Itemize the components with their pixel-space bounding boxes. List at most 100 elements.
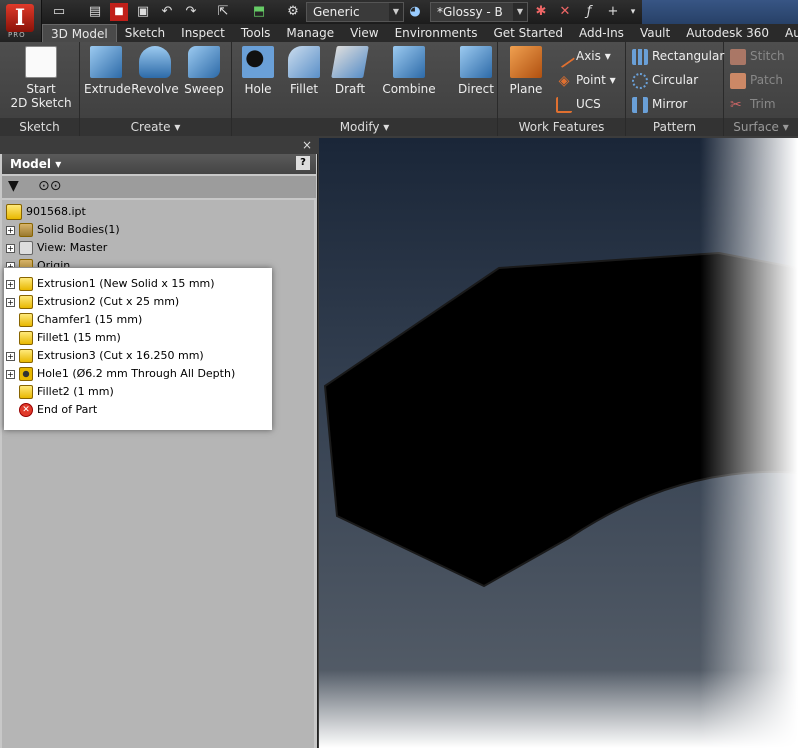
draft-button[interactable]: Draft xyxy=(330,46,370,96)
tab-manage[interactable]: Manage xyxy=(278,24,342,42)
part-file-icon xyxy=(6,204,22,220)
tree-node-fillet1[interactable]: Fillet1 (15 mm) xyxy=(19,329,121,347)
expand-icon[interactable]: + xyxy=(6,261,15,267)
open-file-icon[interactable]: ▤ xyxy=(86,3,104,21)
tree-node-chamfer1[interactable]: Chamfer1 (15 mm) xyxy=(19,311,142,329)
tab-environments[interactable]: Environments xyxy=(387,24,486,42)
mirror-label: Mirror xyxy=(652,97,688,111)
fillet-label: Fillet xyxy=(289,82,319,96)
create-panel-title[interactable]: Create ▾ xyxy=(80,118,231,136)
extrusion-icon xyxy=(19,349,33,363)
appearance-dropdown[interactable]: *Glossy - B ▼ xyxy=(430,2,528,22)
tab-get-started[interactable]: Get Started xyxy=(485,24,571,42)
rectangular-pattern-button[interactable]: Rectangular xyxy=(632,46,724,66)
redo-icon[interactable]: ↷ xyxy=(182,3,200,21)
help-icon[interactable]: ? xyxy=(296,156,310,170)
revolve-button[interactable]: Revolve xyxy=(130,46,180,96)
bottom-fade-overlay xyxy=(319,670,798,748)
pattern-panel-title: Pattern xyxy=(626,118,723,136)
browser-title-dropdown[interactable]: Model ▾ xyxy=(10,157,61,171)
material-dropdown[interactable]: Generic ▼ xyxy=(306,2,404,22)
fillet-button[interactable]: Fillet xyxy=(284,46,324,96)
update-icon[interactable]: ⬒ xyxy=(250,3,268,21)
point-button[interactable]: ◈ Point ▾ xyxy=(556,70,616,90)
start-2d-sketch-button[interactable]: Start 2D Sketch xyxy=(6,46,76,110)
tree-node-label: Extrusion2 (Cut x 25 mm) xyxy=(37,295,180,308)
settings-gear-icon[interactable]: ⚙ xyxy=(284,3,302,21)
folder-icon xyxy=(19,259,33,267)
expand-icon[interactable]: + xyxy=(6,351,15,361)
tree-node-part[interactable]: 901568.ipt xyxy=(6,203,86,221)
find-binoculars-icon[interactable]: ⊙⊙ xyxy=(38,178,61,194)
expand-icon[interactable]: + xyxy=(6,243,15,253)
2d-sketch-label: 2D Sketch xyxy=(10,96,72,110)
patch-button[interactable]: Patch xyxy=(730,70,783,90)
mirror-button[interactable]: Mirror xyxy=(632,94,687,114)
save-to-vault-icon[interactable]: ■ xyxy=(110,3,128,21)
circular-pattern-button[interactable]: Circular xyxy=(632,70,698,90)
function-icon[interactable]: ƒ xyxy=(580,3,598,21)
expand-icon[interactable]: + xyxy=(6,279,15,289)
save-icon[interactable]: ▣ xyxy=(134,3,152,21)
filter-icon[interactable]: ▼ xyxy=(8,178,19,194)
tab-inspect[interactable]: Inspect xyxy=(173,24,233,42)
tab-3d-model[interactable]: 3D Model xyxy=(42,24,117,42)
direct-edit-icon xyxy=(460,46,492,78)
tab-add-ins[interactable]: Add-Ins xyxy=(571,24,632,42)
tab-view[interactable]: View xyxy=(342,24,386,42)
start-label: Start xyxy=(26,82,56,96)
view-rep-icon xyxy=(19,241,33,255)
add-icon[interactable]: + xyxy=(604,3,622,21)
new-file-icon[interactable]: ▭ xyxy=(50,3,68,21)
material-value: Generic xyxy=(313,5,360,19)
search-box[interactable] xyxy=(642,0,798,24)
tree-node-extrusion2[interactable]: + Extrusion2 (Cut x 25 mm) xyxy=(6,293,179,311)
expand-icon[interactable]: + xyxy=(6,297,15,307)
tab-autodesk-360[interactable]: Autodesk 360 xyxy=(678,24,777,42)
modify-panel-title[interactable]: Modify ▾ xyxy=(232,118,497,136)
axis-button[interactable]: Axis ▾ xyxy=(552,45,611,68)
return-icon[interactable]: ⇱ xyxy=(214,3,232,21)
clear-appearance-icon[interactable]: ✕ xyxy=(556,3,574,21)
tab-tools[interactable]: Tools xyxy=(233,24,279,42)
create-panel: Extrude Revolve Sweep Create ▾ xyxy=(80,42,232,136)
tree-node-end-of-part[interactable]: ✕ End of Part xyxy=(19,401,97,419)
chamfer-icon xyxy=(19,313,33,327)
axis-label: Axis xyxy=(576,49,601,63)
appearance-sphere-icon[interactable]: ◕ xyxy=(406,3,424,21)
expand-icon[interactable]: + xyxy=(6,369,15,379)
undo-icon[interactable]: ↶ xyxy=(158,3,176,21)
plane-icon xyxy=(510,46,542,78)
extrude-button[interactable]: Extrude xyxy=(84,46,131,96)
browser-title-bar: Model ▾ ? xyxy=(2,154,316,174)
tab-vault[interactable]: Vault xyxy=(632,24,678,42)
sweep-button[interactable]: Sweep xyxy=(182,46,226,96)
surface-panel-title[interactable]: Surface ▾ xyxy=(724,118,798,136)
close-browser-icon[interactable]: × xyxy=(302,138,312,152)
adjust-icon[interactable]: ✱ xyxy=(532,3,550,21)
expand-icon[interactable]: + xyxy=(6,225,15,235)
customize-qat-icon[interactable]: ▾ xyxy=(624,3,642,21)
combine-button[interactable]: Combine xyxy=(380,46,438,96)
hole-icon xyxy=(242,46,274,78)
tree-node-fillet2[interactable]: Fillet2 (1 mm) xyxy=(19,383,114,401)
work-features-panel: Plane Axis ▾ ◈ Point ▾ UCS Work Features xyxy=(498,42,626,136)
hole-icon xyxy=(19,367,33,381)
application-menu-button[interactable]: I PRO xyxy=(0,0,42,42)
stitch-button[interactable]: Stitch xyxy=(730,46,785,66)
tab-autodesk-more[interactable]: Autod xyxy=(777,24,798,42)
plane-button[interactable]: Plane xyxy=(504,46,548,96)
trim-button[interactable]: ✂ Trim xyxy=(730,94,776,114)
direct-button[interactable]: Direct xyxy=(456,46,496,96)
tree-node-hole1[interactable]: + Hole1 (Ø6.2 mm Through All Depth) xyxy=(6,365,235,383)
tree-node-label: Origin xyxy=(37,259,71,267)
tree-node-view-master[interactable]: + View: Master xyxy=(6,239,107,257)
tree-node-label: Fillet2 (1 mm) xyxy=(37,385,114,398)
tab-sketch[interactable]: Sketch xyxy=(117,24,173,42)
ucs-button[interactable]: UCS xyxy=(556,94,601,114)
tree-node-extrusion3[interactable]: + Extrusion3 (Cut x 16.250 mm) xyxy=(6,347,204,365)
tree-node-extrusion1[interactable]: + Extrusion1 (New Solid x 15 mm) xyxy=(6,275,215,293)
tree-node-origin[interactable]: + Origin xyxy=(6,257,70,267)
hole-button[interactable]: Hole xyxy=(238,46,278,96)
tree-node-solid-bodies[interactable]: + Solid Bodies(1) xyxy=(6,221,120,239)
